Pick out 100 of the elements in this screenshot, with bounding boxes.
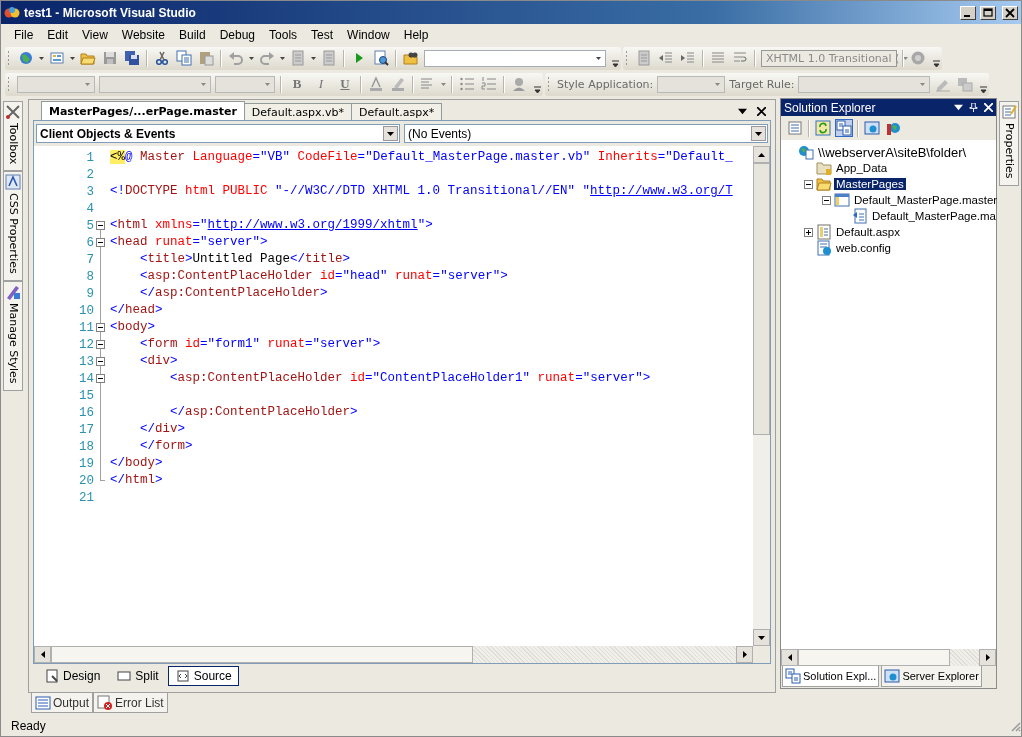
resize-grip-icon[interactable]	[1009, 719, 1021, 732]
menu-item[interactable]: View	[75, 25, 115, 44]
new-item-icon[interactable]	[49, 50, 65, 66]
code-line: </asp:ContentPlaceHolder>	[169, 404, 358, 421]
tree-item[interactable]: web.config	[834, 242, 893, 254]
side-tab[interactable]: Manage Styles	[3, 281, 23, 391]
menu-item[interactable]: Edit	[40, 25, 76, 44]
collapse-icon[interactable]	[96, 238, 105, 247]
caret-icon[interactable]	[311, 56, 316, 60]
styles-icon[interactable]	[957, 76, 974, 92]
tree-item[interactable]: Default_MasterPage.ma	[870, 210, 998, 222]
folder-icon[interactable]	[403, 50, 419, 66]
vertical-scrollbar[interactable]	[753, 146, 770, 646]
overflow-icon[interactable]	[933, 59, 940, 68]
open-folder-icon[interactable]	[80, 50, 96, 66]
nest-files-icon[interactable]	[836, 120, 852, 136]
document-tab[interactable]: MasterPages/...erPage.master	[41, 101, 245, 120]
paste-icon[interactable]	[198, 50, 214, 66]
menu-item[interactable]: Test	[304, 25, 341, 44]
caret-icon[interactable]	[755, 131, 762, 136]
pin-icon[interactable]	[969, 103, 978, 112]
copy-icon[interactable]	[176, 50, 192, 66]
refresh-icon[interactable]	[815, 120, 831, 136]
collapse-icon[interactable]	[96, 221, 105, 230]
scroll-left-icon[interactable]	[40, 651, 45, 658]
collapse-icon[interactable]	[822, 195, 831, 205]
save-all-icon[interactable]	[124, 50, 140, 66]
caret-icon[interactable]	[39, 56, 44, 60]
collapse-icon[interactable]	[96, 323, 105, 332]
indent-icon[interactable]	[680, 50, 696, 66]
status-text: Ready	[11, 718, 46, 733]
collapse-icon[interactable]	[804, 179, 813, 189]
side-tab[interactable]: Toolbox	[3, 101, 23, 172]
close-button[interactable]	[1002, 5, 1018, 20]
outdent-icon[interactable]	[658, 50, 674, 66]
view-tab[interactable]: Source	[167, 666, 239, 686]
configuration-icon[interactable]	[885, 120, 901, 136]
save-icon[interactable]	[102, 50, 118, 66]
panel-tab[interactable]: Server Explorer	[881, 666, 982, 687]
overflow-icon[interactable]	[980, 85, 988, 94]
cut-icon[interactable]	[154, 50, 170, 66]
caret-icon[interactable]	[249, 56, 254, 60]
expand-icon[interactable]	[804, 227, 813, 237]
overflow-icon[interactable]	[612, 59, 619, 68]
scroll-left-icon[interactable]	[787, 654, 792, 661]
caret-icon[interactable]	[280, 56, 285, 60]
horizontal-scrollbar[interactable]	[34, 646, 753, 663]
document-tab[interactable]: Default.aspx.vb*	[243, 103, 352, 120]
close-icon[interactable]	[757, 107, 766, 116]
menu-item[interactable]: Debug	[212, 25, 263, 44]
menu-item[interactable]: File	[7, 25, 41, 44]
menu-item[interactable]: Tools	[262, 25, 305, 44]
redo-icon[interactable]	[259, 50, 275, 66]
scroll-right-icon[interactable]	[985, 654, 990, 661]
caret-icon[interactable]	[387, 131, 394, 136]
person-icon[interactable]	[511, 76, 527, 92]
panel-tab[interactable]: Error List	[93, 693, 168, 713]
menu-item[interactable]: Help	[396, 25, 436, 44]
tree-item[interactable]: MasterPages	[834, 178, 906, 190]
panel-tab[interactable]: Output	[31, 693, 94, 713]
collapse-icon[interactable]	[96, 340, 105, 349]
side-tab[interactable]: Properties	[999, 101, 1019, 186]
horizontal-scrollbar[interactable]	[781, 649, 996, 666]
maximize-button[interactable]	[980, 5, 996, 20]
event-dropdown[interactable]: (No Events)	[404, 124, 768, 143]
scroll-up-icon[interactable]	[758, 152, 765, 157]
format-button[interactable]: B	[287, 75, 307, 93]
scroll-down-icon[interactable]	[758, 635, 765, 640]
document-tab[interactable]: Default.aspx*	[351, 103, 443, 120]
object-dropdown[interactable]: Client Objects & Events	[36, 124, 400, 143]
tree-item[interactable]: Default.aspx	[834, 226, 902, 238]
tree-item[interactable]: App_Data	[834, 162, 890, 174]
panel-tab[interactable]: Solution Expl...	[782, 666, 880, 687]
collapse-icon[interactable]	[96, 357, 105, 366]
properties-icon[interactable]	[787, 120, 803, 136]
scroll-right-icon[interactable]	[742, 651, 747, 658]
browser-icon[interactable]	[864, 120, 880, 136]
view-tab[interactable]: Design	[37, 666, 108, 686]
collapse-icon[interactable]	[96, 374, 105, 383]
caret-icon[interactable]	[70, 56, 75, 60]
minimize-button[interactable]	[960, 5, 976, 20]
view-tab[interactable]: Split	[109, 666, 166, 686]
font-color-icon[interactable]	[368, 76, 384, 92]
bullets-icon[interactable]	[459, 76, 475, 92]
tree-item[interactable]: \\webserverA\siteB\folder\	[816, 144, 969, 160]
undo-icon[interactable]	[228, 50, 244, 66]
caret-icon[interactable]	[738, 107, 747, 116]
menu-item[interactable]: Website	[114, 25, 172, 44]
highlighter-icon[interactable]	[390, 76, 406, 92]
caret-icon[interactable]	[596, 56, 601, 60]
format-button[interactable]: U	[335, 75, 355, 93]
caret-icon[interactable]	[954, 103, 963, 112]
format-button[interactable]: I	[311, 75, 331, 93]
menu-item[interactable]: Build	[171, 25, 213, 44]
side-tab[interactable]: CSS Properties	[3, 171, 23, 281]
overflow-icon[interactable]	[534, 85, 541, 94]
menu-item[interactable]: Window	[340, 25, 397, 44]
search-icon[interactable]	[373, 50, 389, 66]
tree-item[interactable]: Default_MasterPage.master	[852, 194, 1000, 206]
code-line: </form>	[139, 438, 193, 455]
